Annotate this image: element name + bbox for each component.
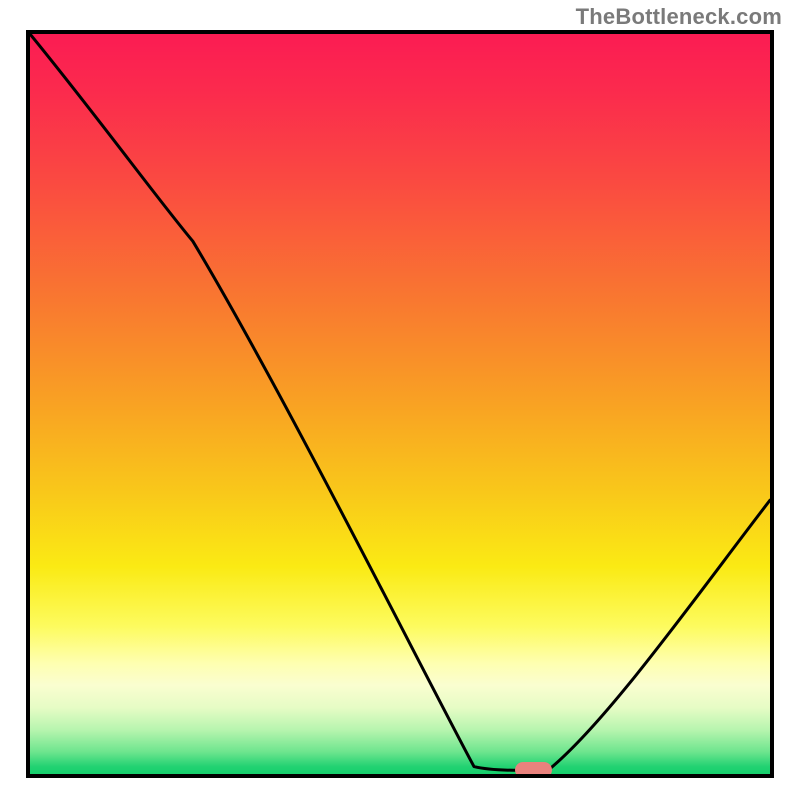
plot-area xyxy=(26,30,774,778)
bottleneck-curve xyxy=(30,34,770,774)
watermark-text: TheBottleneck.com xyxy=(576,4,782,30)
chart-container: TheBottleneck.com xyxy=(0,0,800,800)
optimal-marker xyxy=(515,762,552,778)
